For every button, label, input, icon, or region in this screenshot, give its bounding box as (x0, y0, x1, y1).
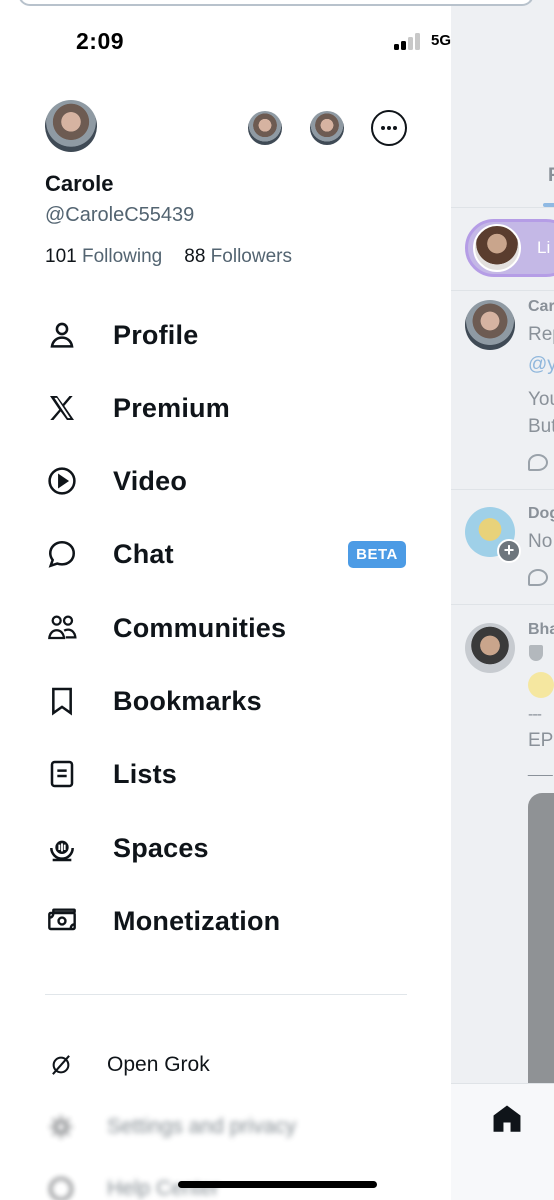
menu-label: Chat (113, 538, 174, 569)
menu-label: Video (113, 465, 188, 496)
settings-label: Settings and privacy (107, 1115, 297, 1138)
menu-item-video[interactable]: Video (44, 459, 414, 503)
timeline-tab-fragment[interactable]: F (548, 165, 554, 187)
menu-label: Bookmarks (113, 685, 262, 716)
menu-item-monetization[interactable]: Monetization (44, 899, 414, 943)
more-accounts-button[interactable] (371, 110, 407, 146)
follow-stats: 101 Following 88 Followers (45, 246, 292, 268)
menu-label: Communities (113, 612, 287, 643)
profile-name[interactable]: Carole (45, 171, 113, 197)
post-text: --- (528, 706, 542, 723)
background-timeline[interactable]: F Li Car Rep @y You But + Dog No Bha ---… (451, 0, 554, 1200)
menu-divider (45, 994, 407, 995)
menu-label: Spaces (113, 832, 209, 863)
menu-item-profile[interactable]: Profile (44, 313, 414, 357)
list-icon (44, 756, 80, 792)
timeline-divider (451, 604, 554, 605)
post-text: ___ (528, 760, 553, 777)
status-time: 2:09 (76, 28, 125, 54)
spaces-icon (44, 830, 80, 866)
account-switch-avatar[interactable] (310, 111, 344, 145)
post-text: You (528, 389, 554, 410)
timeline-divider (451, 290, 554, 291)
bookmark-icon (44, 683, 80, 719)
menu-item-premium[interactable]: Premium (44, 386, 414, 430)
beta-badge: BETA (348, 541, 406, 568)
money-icon (44, 903, 80, 939)
signal-strength-icon (394, 32, 424, 50)
reply-icon[interactable] (528, 454, 548, 471)
home-icon[interactable] (490, 1102, 524, 1136)
x-logo-icon (44, 390, 80, 426)
post-text: No (528, 531, 553, 552)
shield-icon (529, 645, 543, 661)
post-mention[interactable]: @y (528, 354, 554, 376)
post-author[interactable]: Dog (528, 505, 554, 523)
timeline-divider (451, 489, 554, 490)
post-text: EPI (528, 730, 554, 751)
menu-label: Profile (113, 319, 199, 350)
bottom-tab-bar (451, 1083, 554, 1200)
post-author[interactable]: Bha (528, 621, 554, 639)
help-icon (44, 1172, 78, 1200)
post-avatar[interactable] (465, 300, 515, 350)
post-text: But (528, 416, 554, 437)
menu-item-lists[interactable]: Lists (44, 752, 414, 796)
reply-icon[interactable] (528, 569, 548, 586)
chat-bubble-icon (44, 536, 80, 572)
following-link[interactable]: 101 Following (45, 246, 162, 267)
post-avatar[interactable] (465, 623, 515, 673)
post-text: Rep (528, 324, 554, 345)
live-host-avatar (473, 224, 521, 272)
home-indicator[interactable] (178, 1181, 377, 1188)
live-pill-label: Li (537, 238, 551, 257)
follow-plus-icon[interactable]: + (497, 539, 521, 563)
menu-label: Premium (113, 392, 230, 423)
post-author[interactable]: Car (528, 298, 554, 316)
menu-label: Monetization (113, 905, 281, 936)
followers-link[interactable]: 88 Followers (184, 246, 292, 267)
account-switch-avatar[interactable] (248, 111, 282, 145)
window-frame-edge (18, 0, 534, 6)
timeline-divider (451, 207, 554, 208)
open-grok-label: Open Grok (107, 1053, 210, 1076)
grok-icon (44, 1048, 78, 1082)
menu-item-communities[interactable]: Communities (44, 606, 414, 650)
emoji-icon (528, 672, 554, 698)
menu-item-chat[interactable]: Chat BETA (44, 532, 414, 576)
menu-item-bookmarks[interactable]: Bookmarks (44, 679, 414, 723)
play-icon (44, 463, 80, 499)
post-media[interactable] (528, 793, 554, 1093)
menu-item-spaces[interactable]: Spaces (44, 826, 414, 870)
profile-avatar[interactable] (45, 100, 97, 152)
profile-handle: @CaroleC55439 (45, 204, 195, 226)
communities-icon (44, 610, 80, 646)
person-icon (44, 317, 80, 353)
menu-label: Lists (113, 758, 178, 789)
settings-item[interactable]: Settings and privacy (44, 1109, 414, 1145)
open-grok-item[interactable]: Open Grok (44, 1047, 414, 1083)
gear-icon (44, 1110, 78, 1144)
